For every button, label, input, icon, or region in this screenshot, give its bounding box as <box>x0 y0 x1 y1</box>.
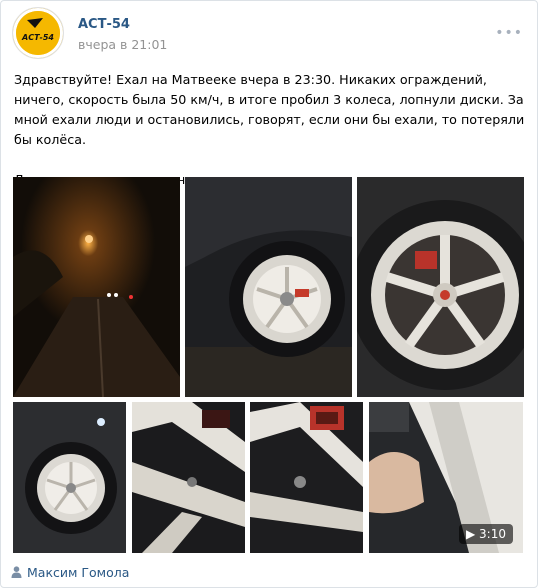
photo-wheel-side[interactable] <box>185 177 352 397</box>
photo-wheel-closeup[interactable] <box>357 177 524 397</box>
community-avatar[interactable]: АСТ-54 <box>12 7 64 59</box>
photo-wheel-flash[interactable] <box>13 402 126 553</box>
video-duration: 3:10 <box>479 527 506 541</box>
video-thumbnail[interactable]: ▶ 3:10 <box>369 402 523 553</box>
ast54-logo: АСТ-54 <box>16 11 60 55</box>
post-signature[interactable]: Максим Гомола <box>11 565 129 581</box>
photo-broken-rim-2[interactable] <box>250 402 363 553</box>
post-author-link[interactable]: АСТ-54 <box>78 17 130 32</box>
post-text: Здравствуйте! Ехал на Матвеeке вчера в 2… <box>14 70 529 190</box>
more-icon[interactable]: ••• <box>495 25 523 41</box>
signature-link[interactable]: Максим Гомола <box>27 565 129 580</box>
photo-road-night[interactable] <box>13 177 180 397</box>
svg-text:АСТ-54: АСТ-54 <box>21 33 54 42</box>
person-icon <box>11 566 22 581</box>
post-card: АСТ-54 АСТ-54 вчера в 21:01 ••• Здравств… <box>0 0 538 588</box>
play-icon: ▶ <box>465 527 476 541</box>
post-time-link[interactable]: вчера в 21:01 <box>78 37 167 52</box>
photo-broken-rim-1[interactable] <box>132 402 245 553</box>
video-duration-badge: ▶ 3:10 <box>458 524 513 544</box>
post-paragraph: Здравствуйте! Ехал на Матвеeке вчера в 2… <box>14 72 525 147</box>
